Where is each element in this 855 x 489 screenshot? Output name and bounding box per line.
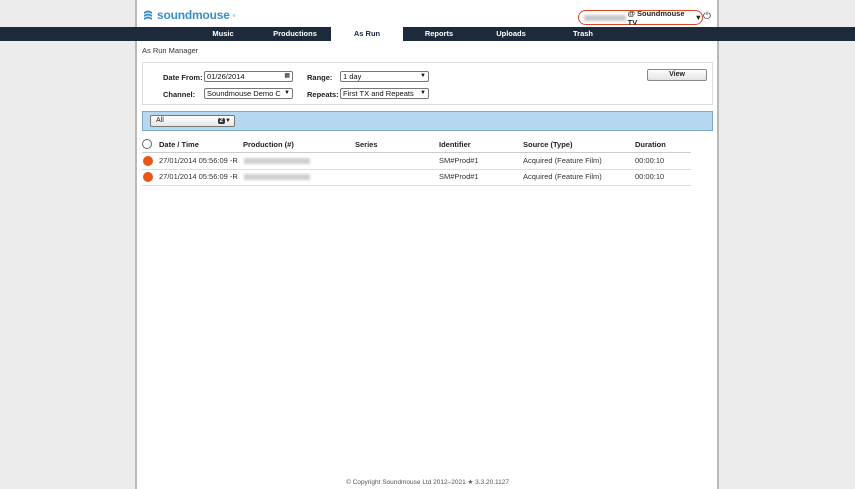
logo-text: soundmouse — [157, 8, 230, 22]
chevron-down-icon: ▼ — [225, 118, 231, 124]
table-row[interactable]: 27/01/2014 05:56:09 -R SM#Prod#1 Acquired … — [142, 170, 691, 186]
date-from-value: 01/26/2014 — [207, 72, 245, 81]
production-name-blurred — [244, 158, 310, 165]
tab-music[interactable]: Music — [187, 27, 259, 41]
range-label: Range: — [307, 73, 333, 82]
col-duration[interactable]: Duration — [635, 138, 666, 153]
logo-trademark: ® — [232, 12, 236, 18]
cell-date-time: 27/01/2014 05:56:09 -R — [159, 172, 238, 181]
col-series[interactable]: Series — [355, 138, 378, 153]
tab-productions[interactable]: Productions — [259, 27, 331, 41]
cell-duration: 00:00:10 — [635, 172, 665, 181]
col-date-time[interactable]: Date / Time — [159, 138, 199, 153]
view-button[interactable]: View — [647, 69, 707, 81]
table-row[interactable]: 27/01/2014 05:56:09 -R SM#Prod#1 Acquired … — [142, 154, 691, 170]
user-org: @ Soundmouse TV — [627, 8, 685, 27]
repeats-select[interactable]: First TX and Repeats ▼ — [340, 88, 429, 99]
chevron-down-icon: ▼ — [420, 73, 426, 79]
cell-date-time: 27/01/2014 05:56:09 -R — [159, 156, 238, 165]
date-from-input[interactable]: 01/26/2014 ▦ — [204, 71, 293, 82]
production-name-blurred — [244, 174, 310, 181]
tab-as-run[interactable]: As Run — [331, 27, 403, 41]
tab-uploads[interactable]: Uploads — [475, 27, 547, 41]
status-dot-icon[interactable] — [143, 172, 153, 182]
breadcrumb: As Run Manager — [142, 46, 199, 55]
tab-trash[interactable]: Trash — [547, 27, 619, 41]
user-account-menu[interactable]: @ Soundmouse TV ▼ — [578, 8, 703, 27]
range-select[interactable]: 1 day ▼ — [340, 71, 429, 82]
calendar-icon[interactable]: ▦ — [284, 72, 290, 81]
tab-reports[interactable]: Reports — [403, 27, 475, 41]
selection-filter-bar: All 2 ▼ — [142, 111, 713, 131]
repeats-label: Repeats: — [307, 90, 339, 99]
chevron-down-icon: ▼ — [420, 90, 426, 96]
chevron-down-icon: ▼ — [284, 90, 290, 96]
soundmouse-logo[interactable]: soundmouse ® — [142, 8, 236, 22]
select-all-checkbox[interactable] — [142, 139, 152, 149]
col-production[interactable]: Production (#) — [243, 138, 294, 153]
cell-identifier: SM#Prod#1 — [439, 172, 479, 181]
filter-panel: Date From: 01/26/2014 ▦ Range: 1 day ▼ C… — [142, 62, 713, 105]
cell-duration: 00:00:10 — [635, 156, 665, 165]
cell-source-type: Acquired (Feature Film) — [523, 172, 602, 181]
channel-select[interactable]: Soundmouse Demo C ▼ — [204, 88, 293, 99]
status-dot-icon[interactable] — [143, 156, 153, 166]
count-badge: 2 — [217, 118, 225, 124]
main-navigation: Music Productions As Run Reports Uploads Tras… — [0, 27, 855, 41]
col-identifier[interactable]: Identifier — [439, 138, 471, 153]
range-value: 1 day — [343, 72, 362, 81]
all-filter-label: All — [156, 117, 164, 124]
all-filter-dropdown[interactable]: All 2 ▼ — [150, 115, 235, 127]
cell-identifier: SM#Prod#1 — [439, 156, 479, 165]
date-from-label: Date From: — [163, 73, 203, 82]
table-header-row: Date / Time Production (#) Series Identi… — [142, 138, 691, 153]
col-source-type[interactable]: Source (Type) — [523, 138, 572, 153]
channel-label: Channel: — [163, 90, 196, 99]
power-icon[interactable]: ⏻ — [703, 11, 711, 22]
repeats-value: First TX and Repeats — [343, 89, 414, 98]
channel-value: Soundmouse Demo C — [207, 89, 281, 98]
footer-copyright: © Copyright Soundmouse Ltd 2012–2021 ★ 3… — [345, 479, 509, 486]
cell-source-type: Acquired (Feature Film) — [523, 156, 602, 165]
soundmouse-logo-icon — [144, 10, 152, 20]
cell-production — [243, 154, 310, 169]
cell-production — [243, 170, 310, 185]
user-name-blurred — [584, 14, 626, 21]
chevron-down-icon: ▼ — [694, 13, 702, 22]
